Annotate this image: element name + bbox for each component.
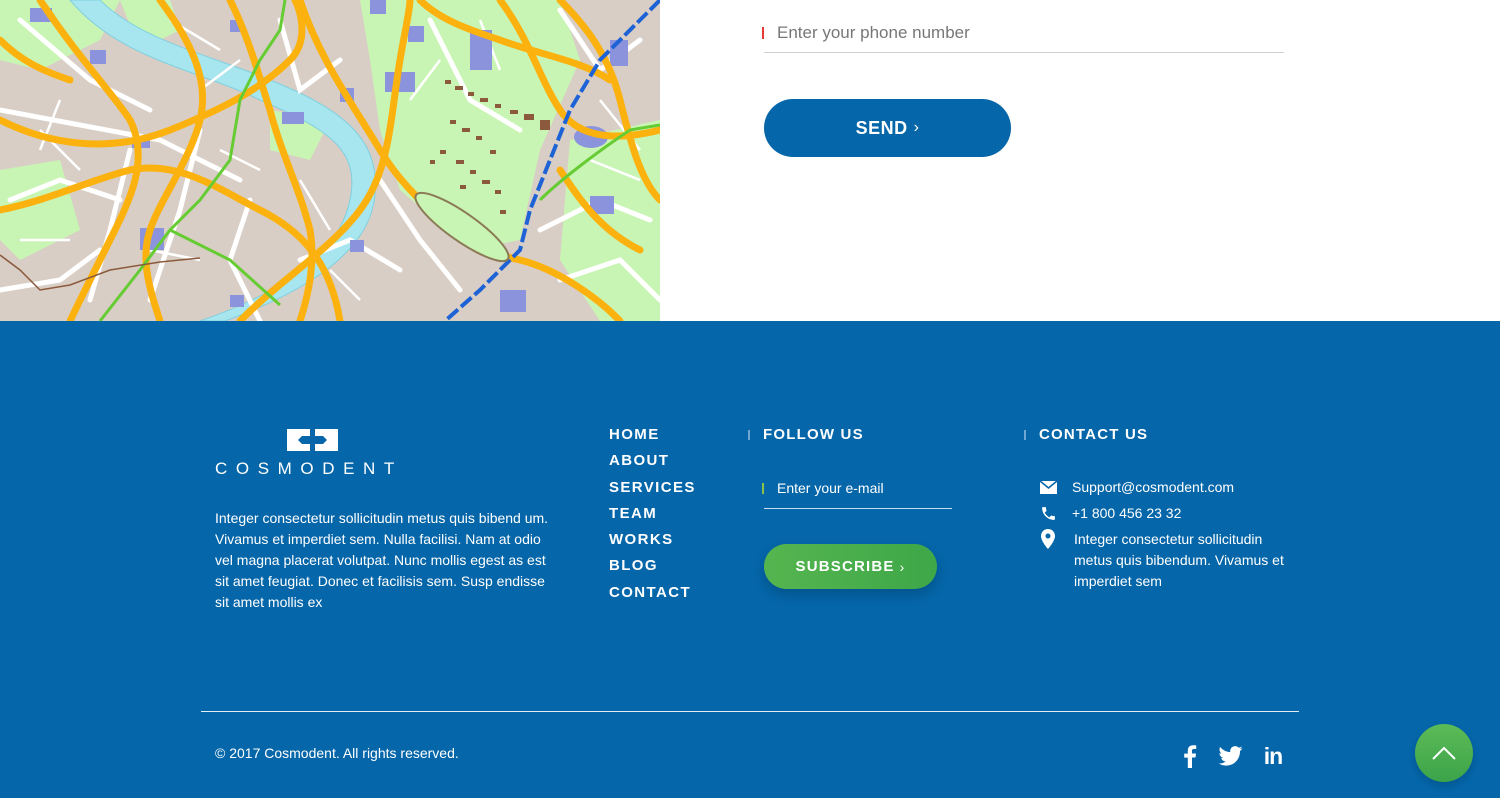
phone-icon (1039, 503, 1057, 523)
contact-us-heading-text: CONTACT US (1039, 426, 1149, 443)
nav-item-contact[interactable]: CONTACT (609, 583, 696, 609)
nav-link-contact[interactable]: CONTACT (609, 584, 691, 601)
contact-email-link[interactable]: Support@cosmodent.com (1072, 477, 1234, 498)
follow-us-heading-text: FOLLOW US (763, 426, 864, 443)
logo-text: COSMODENT (215, 459, 403, 478)
facebook-icon[interactable] (1175, 741, 1205, 771)
nav-link-blog[interactable]: BLOG (609, 557, 658, 574)
nav-link-home[interactable]: HOME (609, 426, 660, 443)
footer-divider (201, 711, 1299, 712)
subscribe-button[interactable]: SUBSCRIBE › (764, 544, 937, 589)
envelope-icon (1039, 477, 1057, 497)
nav-link-services[interactable]: SERVICES (609, 479, 696, 496)
nav-item-blog[interactable]: BLOG (609, 556, 696, 582)
site-footer: COSMODENT Integer consectetur sollicitud… (0, 321, 1500, 798)
linkedin-icon-text: in (1263, 742, 1283, 769)
send-button[interactable]: SEND › (764, 99, 1011, 157)
footer-nav: HOME ABOUT SERVICES TEAM WORKS BLOG CONT… (609, 425, 696, 609)
contact-us-heading: CONTACT US (1024, 425, 1149, 445)
nav-item-about[interactable]: ABOUT (609, 451, 696, 477)
required-marker (762, 27, 764, 39)
twitter-icon[interactable] (1215, 741, 1245, 771)
copyright-text: © 2017 Cosmodent. All rights reserved. (215, 745, 459, 761)
email-input[interactable] (777, 478, 947, 498)
follow-us-heading: FOLLOW US (748, 425, 864, 445)
nav-link-team[interactable]: TEAM (609, 505, 657, 522)
heading-divider (748, 430, 750, 440)
phone-input[interactable] (777, 20, 1277, 46)
heading-divider (1024, 430, 1026, 440)
email-field[interactable] (762, 473, 952, 509)
nav-link-about[interactable]: ABOUT (609, 452, 669, 469)
logo-mark-icon (287, 429, 338, 451)
nav-item-services[interactable]: SERVICES (609, 478, 696, 504)
phone-field[interactable] (762, 14, 1284, 53)
contact-phone-text: +1 800 456 23 32 (1072, 505, 1182, 521)
scroll-to-top-button[interactable] (1415, 724, 1473, 782)
nav-item-works[interactable]: WORKS (609, 530, 696, 556)
nav-link-works[interactable]: WORKS (609, 531, 674, 548)
contact-address-text: Integer consectetur sollicitudin metus q… (1074, 531, 1284, 589)
contact-section: SEND › (0, 0, 1500, 321)
location-pin-icon (1039, 529, 1057, 549)
send-button-label: SEND (855, 117, 908, 138)
chevron-right-icon: › (913, 119, 920, 136)
chevron-right-icon: › (899, 558, 906, 575)
logo[interactable]: COSMODENT (215, 428, 415, 478)
nav-item-team[interactable]: TEAM (609, 504, 696, 530)
linkedin-icon[interactable]: in (1258, 741, 1288, 771)
email-field-marker (762, 483, 764, 494)
subscribe-button-label: SUBSCRIBE (795, 558, 895, 575)
chevron-up-icon (1432, 746, 1456, 760)
location-map[interactable] (0, 0, 660, 321)
map-image (0, 0, 660, 321)
nav-item-home[interactable]: HOME (609, 425, 696, 451)
about-text: Integer consectetur sollicitudin metus q… (215, 510, 549, 610)
